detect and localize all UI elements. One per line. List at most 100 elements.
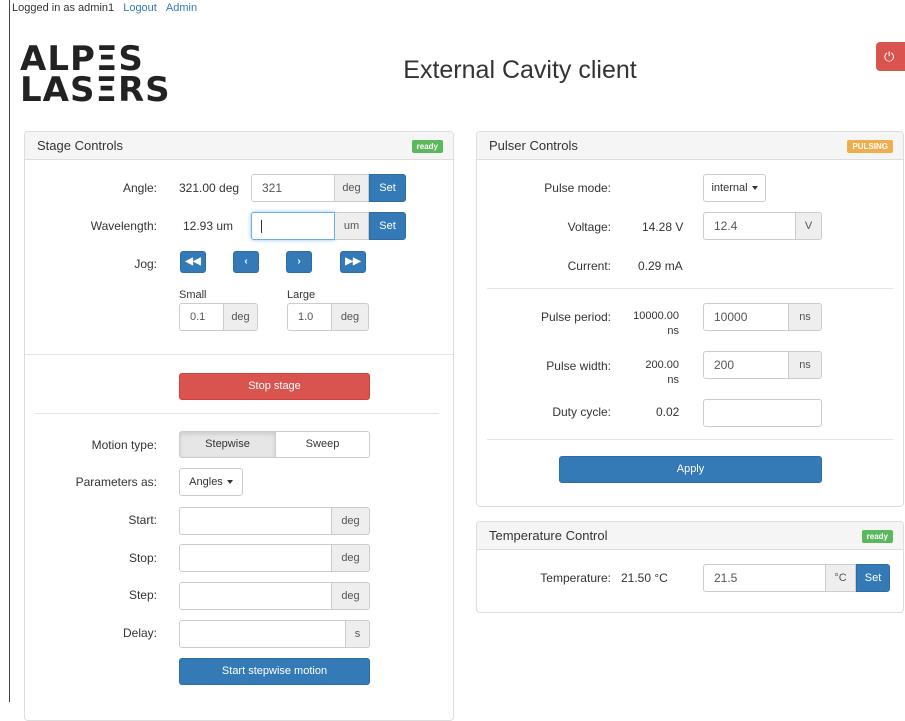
temperature-input[interactable]: 21.5 <box>703 564 826 592</box>
logout-link[interactable]: Logout <box>123 2 157 14</box>
step-input[interactable] <box>179 582 332 610</box>
pulse-width-input[interactable]: 200 <box>703 351 789 379</box>
stop-stage-button[interactable]: Stop stage <box>179 373 370 400</box>
jog-small-forward-button[interactable]: › <box>286 251 312 273</box>
pulse-width-unit-text: ns <box>667 374 679 386</box>
power-icon: ⏻ <box>884 49 895 64</box>
pulse-mode-dropdown[interactable]: internal <box>703 174 766 202</box>
caret-down-icon <box>226 480 233 485</box>
pulse-width-current-value: 200.00 ns <box>617 358 679 388</box>
stage-controls-panel: Stage Controls ready Angle: 321.00 deg 3… <box>24 131 454 721</box>
duty-cycle-value: 0.02 <box>656 405 680 419</box>
angle-set-button[interactable]: Set <box>369 174 406 202</box>
duty-cycle-input[interactable] <box>703 399 822 427</box>
fast-backward-icon: ◀◀ <box>185 256 201 267</box>
stage-panel-heading: Stage Controls ready <box>25 132 453 160</box>
page-title: External Cavity client <box>403 56 637 84</box>
motion-type-label: Motion type: <box>91 438 157 452</box>
logged-in-text: Logged in as admin1 <box>12 2 115 14</box>
pulse-mode-value: internal <box>711 182 748 194</box>
delay-input[interactable] <box>179 620 346 648</box>
divider <box>487 288 893 289</box>
pulse-period-unit: ns <box>789 303 822 331</box>
fast-forward-icon: ▶▶ <box>345 256 361 267</box>
start-input[interactable] <box>179 507 332 535</box>
parameters-as-dropdown[interactable]: Angles <box>179 468 243 496</box>
pulse-period-current-value: 10000.00 ns <box>617 309 679 339</box>
current-label: Current: <box>567 259 611 273</box>
jog-large-backward-button[interactable]: ◀◀ <box>180 251 206 273</box>
jog-label: Jog: <box>134 257 157 271</box>
pulser-status-badge: PULSING <box>847 140 893 153</box>
pulse-period-label: Pulse period: <box>540 310 611 324</box>
apply-button[interactable]: Apply <box>559 456 822 483</box>
window-left-border <box>9 0 10 702</box>
user-bar: Logged in as admin1 Logout Admin <box>12 2 197 14</box>
pulser-controls-panel: Pulser Controls PULSING Pulse mode: inte… <box>476 131 904 507</box>
caret-down-icon <box>751 186 758 191</box>
admin-link[interactable]: Admin <box>166 2 197 14</box>
voltage-label: Voltage: <box>567 220 611 234</box>
motion-sweep-toggle[interactable]: Sweep <box>275 431 370 458</box>
temperature-status-badge: ready <box>861 530 893 543</box>
temperature-label: Temperature: <box>540 571 611 585</box>
text-cursor <box>261 220 262 233</box>
start-stepwise-motion-button[interactable]: Start stepwise motion <box>179 658 370 685</box>
stop-label: Stop: <box>128 551 157 565</box>
jog-small-unit: deg <box>224 303 258 331</box>
temperature-panel-title: Temperature Control <box>489 528 608 543</box>
chevron-right-icon: › <box>297 256 301 267</box>
stage-panel-title: Stage Controls <box>37 138 123 153</box>
pulser-panel-title: Pulser Controls <box>489 138 578 153</box>
pulse-period-unit-text: ns <box>667 325 679 337</box>
current-value: 0.29 mA <box>638 259 683 273</box>
pulse-width-label: Pulse width: <box>546 359 611 373</box>
motion-stepwise-toggle[interactable]: Stepwise <box>179 431 276 458</box>
jog-large-forward-button[interactable]: ▶▶ <box>340 251 366 273</box>
logo-line-2: LASΞRS <box>20 70 171 110</box>
stop-unit: deg <box>332 544 370 572</box>
voltage-unit: V <box>796 212 822 240</box>
chevron-left-icon: ‹ <box>244 256 248 267</box>
pulse-period-number: 10000.00 <box>633 310 679 322</box>
pulse-width-unit: ns <box>789 351 822 379</box>
jog-small-input[interactable]: 0.1 <box>179 303 224 331</box>
divider <box>35 413 439 414</box>
temperature-unit: °C <box>826 564 856 592</box>
jog-small-backward-button[interactable]: ‹ <box>233 251 259 273</box>
wavelength-unit: um <box>335 212 369 240</box>
voltage-input[interactable]: 12.4 <box>703 212 796 240</box>
angle-input[interactable]: 321 <box>251 174 335 202</box>
pulse-period-input[interactable]: 10000 <box>703 303 789 331</box>
delay-label: Delay: <box>122 626 157 640</box>
wavelength-input[interactable] <box>251 212 335 240</box>
step-label: Step: <box>128 588 157 602</box>
divider <box>25 354 453 355</box>
pulser-panel-heading: Pulser Controls PULSING <box>477 132 903 160</box>
step-unit: deg <box>332 582 370 610</box>
power-button[interactable]: ⏻ <box>876 42 905 71</box>
parameters-as-label: Parameters as: <box>75 475 157 489</box>
temperature-control-panel: Temperature Control ready Temperature: 2… <box>476 521 904 613</box>
start-label: Start: <box>128 513 157 527</box>
temperature-current-value: 21.50 °C <box>621 571 668 585</box>
divider <box>487 439 893 440</box>
wavelength-set-button[interactable]: Set <box>369 212 406 240</box>
stage-status-badge: ready <box>411 140 443 153</box>
start-unit: deg <box>332 507 370 535</box>
temperature-set-button[interactable]: Set <box>856 564 890 592</box>
angle-label: Angle: <box>122 181 157 195</box>
pulse-mode-label: Pulse mode: <box>544 181 611 195</box>
stop-input[interactable] <box>179 544 332 572</box>
duty-cycle-label: Duty cycle: <box>552 405 611 419</box>
jog-large-input[interactable]: 1.0 <box>287 303 332 331</box>
delay-unit: s <box>346 620 370 648</box>
alpes-lasers-logo: ALPΞS LASΞRS <box>20 42 171 110</box>
pulse-width-number: 200.00 <box>645 359 679 371</box>
temperature-panel-heading: Temperature Control ready <box>477 522 903 550</box>
parameters-as-value: Angles <box>189 476 223 488</box>
jog-large-unit: deg <box>332 303 369 331</box>
voltage-current-value: 14.28 V <box>642 220 684 234</box>
wavelength-label: Wavelength: <box>90 219 157 233</box>
jog-large-label: Large <box>287 289 316 301</box>
